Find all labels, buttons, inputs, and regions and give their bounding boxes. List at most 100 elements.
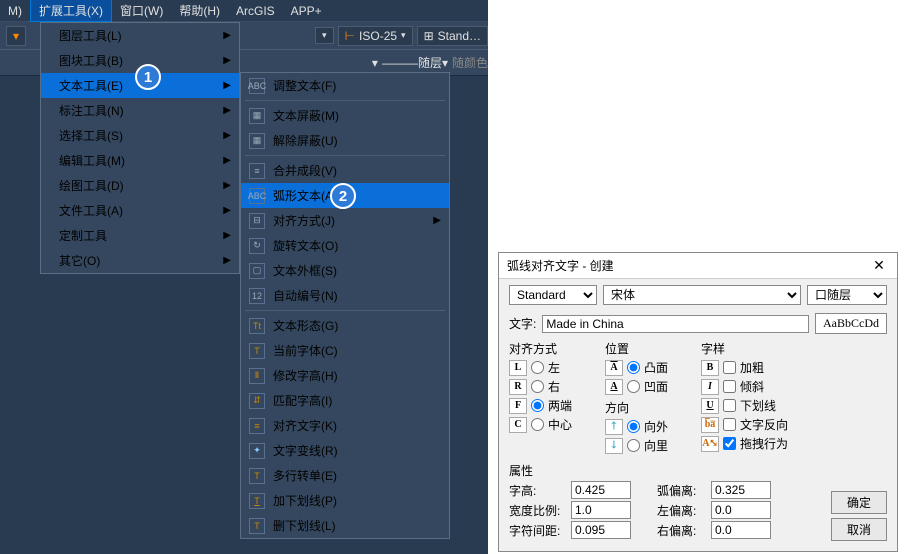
menu-dim-tools[interactable]: 标注工具(N)▶: [41, 98, 239, 123]
font-select[interactable]: 宋体: [603, 285, 801, 305]
layer-select[interactable]: 口随层: [807, 285, 887, 305]
italic-row[interactable]: I倾斜: [701, 378, 811, 395]
italic-check[interactable]: [723, 380, 736, 393]
left-input[interactable]: [711, 501, 771, 519]
tb-layer-color[interactable]: 随颜色: [452, 54, 488, 71]
menu-m[interactable]: M): [0, 2, 30, 20]
bold-row[interactable]: B加粗: [701, 359, 811, 376]
convex-icon: A: [605, 360, 623, 376]
menu-select-tools[interactable]: 选择工具(S)▶: [41, 123, 239, 148]
pos-convex-radio[interactable]: [627, 361, 640, 374]
step-badge-2: 2: [330, 183, 356, 209]
pos-concave-row[interactable]: A凹面: [605, 378, 695, 395]
menu-layer-tools[interactable]: 图层工具(L)▶: [41, 23, 239, 48]
submenu-multi-to-single[interactable]: T多行转单(E): [241, 463, 449, 488]
pos-convex-row[interactable]: A凸面: [605, 359, 695, 376]
tb-dim-dropdown[interactable]: ▾: [315, 27, 334, 44]
width-input[interactable]: [571, 501, 631, 519]
submenu-arrow-icon: ▶: [223, 80, 231, 91]
reverse-row[interactable]: b̅a̅文字反向: [701, 416, 811, 433]
menu-other[interactable]: 其它(O)▶: [41, 248, 239, 273]
dir-out-row[interactable]: ⇡向外: [605, 418, 695, 435]
menu-draw-tools[interactable]: 绘图工具(D)▶: [41, 173, 239, 198]
submenu-align[interactable]: ⊟对齐方式(J)▶: [241, 208, 449, 233]
align-center-row[interactable]: C中心: [509, 416, 599, 433]
submenu-del-underline[interactable]: T删下划线(L): [241, 513, 449, 538]
underline-row[interactable]: U下划线: [701, 397, 811, 414]
menu-window[interactable]: 窗口(W): [112, 0, 171, 21]
submenu-auto-number[interactable]: 12自动编号(N): [241, 283, 449, 308]
submenu-mask-text[interactable]: ▦文本屏蔽(M): [241, 103, 449, 128]
reverse-check[interactable]: [723, 418, 736, 431]
submenu-adjust-text[interactable]: ABC调整文本(F): [241, 73, 449, 98]
tb-layer-dropdown[interactable]: ▾: [6, 26, 26, 46]
arc-label: 弧偏离:: [657, 482, 705, 499]
underline-check[interactable]: [723, 399, 736, 412]
menu-arcgis[interactable]: ArcGIS: [228, 2, 283, 20]
unmask-icon: ▦: [249, 133, 265, 149]
dir-out-label: 向外: [644, 418, 668, 435]
ok-button[interactable]: 确定: [831, 491, 887, 514]
width-label: 宽度比例:: [509, 502, 565, 519]
style-select[interactable]: Standard: [509, 285, 597, 305]
submenu-arrow-icon: ▶: [223, 55, 231, 66]
menu-ext[interactable]: 扩展工具(X): [30, 0, 112, 22]
menu-app[interactable]: APP+: [283, 2, 330, 20]
dir-in-radio[interactable]: [627, 439, 640, 452]
bold-label: 加粗: [740, 359, 764, 376]
submenu-align-text[interactable]: ≡对齐文字(K): [241, 413, 449, 438]
right-input[interactable]: [711, 521, 771, 539]
spacing-input[interactable]: [571, 521, 631, 539]
tb-std-dropdown[interactable]: ⊞Stand…: [417, 26, 488, 46]
align-center-radio[interactable]: [531, 418, 544, 431]
submenu-current-font[interactable]: T当前字体(C): [241, 338, 449, 363]
dir-out-radio[interactable]: [627, 420, 640, 433]
arc-input[interactable]: [711, 481, 771, 499]
arc-text-icon: ABC: [249, 188, 265, 204]
cancel-button[interactable]: 取消: [831, 518, 887, 541]
tb-iso-dropdown[interactable]: ⊢ISO-25▾: [338, 26, 413, 46]
align-left-icon: L: [509, 360, 527, 376]
submenu-merge-paragraph[interactable]: ≡合并成段(V): [241, 158, 449, 183]
menu-help[interactable]: 帮助(H): [171, 0, 228, 21]
submenu-add-underline[interactable]: T加下划线(P): [241, 488, 449, 513]
align-left-row[interactable]: L左: [509, 359, 599, 376]
align-right-row[interactable]: R右: [509, 378, 599, 395]
text-input[interactable]: [542, 315, 809, 333]
concave-icon: A: [605, 379, 623, 395]
align-right-radio[interactable]: [531, 380, 544, 393]
dialog-title: 弧线对齐文字 - 创建: [507, 257, 614, 274]
menu-custom-tools[interactable]: 定制工具▶: [41, 223, 239, 248]
arc-text-dialog: 弧线对齐文字 - 创建 ✕ Standard 宋体 口随层 文字: AaBbCc…: [498, 252, 898, 552]
pos-concave-radio[interactable]: [627, 380, 640, 393]
submenu-rotate-text[interactable]: ↻旋转文本(O): [241, 233, 449, 258]
align-right-icon: R: [509, 379, 527, 395]
bold-check[interactable]: [723, 361, 736, 374]
menu-file-tools[interactable]: 文件工具(A)▶: [41, 198, 239, 223]
submenu-change-height[interactable]: Ⅱ修改字高(H): [241, 363, 449, 388]
iso-label: ISO-25: [359, 29, 397, 43]
tb-layer-style[interactable]: ———随层▾: [382, 54, 448, 71]
drag-row[interactable]: A⤡拖拽行为: [701, 435, 811, 452]
align-fit-row[interactable]: F两端: [509, 397, 599, 414]
close-button[interactable]: ✕: [869, 257, 889, 274]
submenu-match-height[interactable]: ⇵匹配字高(I): [241, 388, 449, 413]
submenu-arrow-icon: ▶: [433, 215, 441, 226]
multi-icon: T: [249, 468, 265, 484]
submenu-text-frame[interactable]: ▢文本外框(S): [241, 258, 449, 283]
merge-icon: ≡: [249, 163, 265, 179]
menu-edit-tools[interactable]: 编辑工具(M)▶: [41, 148, 239, 173]
submenu-arrow-icon: ▶: [223, 205, 231, 216]
submenu-arrow-icon: ▶: [223, 180, 231, 191]
dir-in-row[interactable]: ⇣向里: [605, 437, 695, 454]
height-input[interactable]: [571, 481, 631, 499]
ext-tools-menu: 图层工具(L)▶ 图块工具(B)▶ 文本工具(E)▶ 标注工具(N)▶ 选择工具…: [40, 22, 240, 274]
align-fit-radio[interactable]: [531, 399, 544, 412]
submenu-unmask[interactable]: ▦解除屏蔽(U): [241, 128, 449, 153]
align-left-radio[interactable]: [531, 361, 544, 374]
drag-check[interactable]: [723, 437, 736, 450]
submenu-text-to-line[interactable]: ✦文字变线(R): [241, 438, 449, 463]
align-center-label: 中心: [548, 416, 572, 433]
submenu-text-form[interactable]: Tt文本形态(G): [241, 313, 449, 338]
tb-empty-dropdown[interactable]: ▾: [372, 56, 378, 70]
